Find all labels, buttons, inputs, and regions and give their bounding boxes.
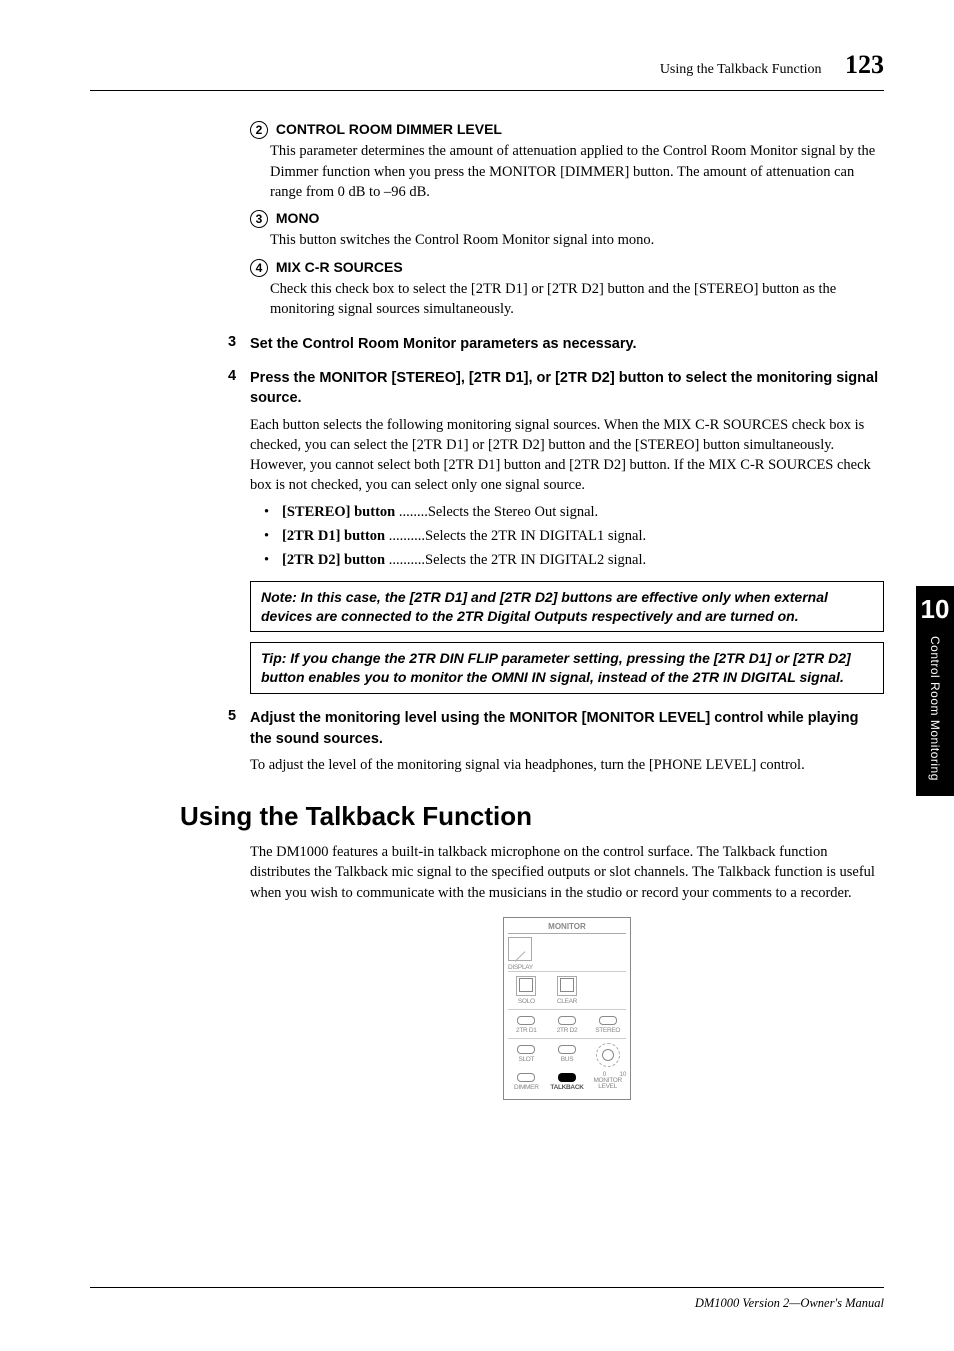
bullet-2-label: [2TR D2] button (282, 552, 385, 568)
bullet-1-desc: Selects the 2TR IN DIGITAL1 signal. (425, 528, 646, 544)
section-title: Using the Talkback Function (180, 801, 884, 832)
level-knob-icon (596, 1043, 620, 1067)
mp-title: MONITOR (508, 922, 626, 934)
step-4-num: 4 (228, 368, 250, 694)
bullet-2trd1: • [2TR D1] button ..........Selects the … (264, 526, 884, 546)
note-box: Note: In this case, the [2TR D1] and [2T… (250, 581, 884, 633)
mp-clear: CLEAR (549, 998, 586, 1005)
mp-talkback: TALKBACK (549, 1084, 586, 1091)
bullet-stereo: • [STEREO] button ........Selects the St… (264, 502, 884, 522)
bullet-dot-icon: • (264, 550, 282, 570)
chapter-label: Control Room Monitoring (928, 636, 942, 781)
stereo-button-icon (599, 1016, 617, 1025)
step-4: 4 Press the MONITOR [STEREO], [2TR D1], … (250, 368, 884, 694)
param-2-heading: 2 CONTROL ROOM DIMMER LEVEL (250, 121, 884, 139)
mp-stereo: STEREO (589, 1027, 626, 1034)
bullet-0-label: [STEREO] button (282, 504, 395, 520)
step-4-title: Press the MONITOR [STEREO], [2TR D1], or… (250, 368, 884, 409)
circle-4-icon: 4 (250, 259, 268, 277)
tip-box: Tip: If you change the 2TR DIN FLIP para… (250, 642, 884, 694)
bullet-2-desc: Selects the 2TR IN DIGITAL2 signal. (425, 552, 646, 568)
solo-button-icon (519, 978, 533, 992)
param-2-title: CONTROL ROOM DIMMER LEVEL (276, 121, 502, 137)
mp-dimmer: DIMMER (508, 1084, 545, 1091)
step-3: 3 Set the Control Room Monitor parameter… (250, 334, 884, 354)
page-footer: DM1000 Version 2—Owner's Manual (90, 1287, 884, 1311)
page-header: Using the Talkback Function 123 (90, 50, 884, 91)
bullet-dot-icon: • (264, 526, 282, 546)
clear-button-icon (560, 978, 574, 992)
step-5-title: Adjust the monitoring level using the MO… (250, 708, 884, 749)
mic-icon (508, 937, 532, 961)
mp-bus: BUS (549, 1056, 586, 1063)
bullet-0-desc: Selects the Stereo Out signal. (428, 504, 598, 520)
section-body: The DM1000 features a built-in talkback … (250, 842, 884, 903)
slot-button-icon (517, 1045, 535, 1054)
param-4-title: MIX C-R SOURCES (276, 259, 403, 275)
tip-label: Tip: (261, 650, 286, 666)
step-5: 5 Adjust the monitoring level using the … (250, 708, 884, 775)
monitor-panel-figure: MONITOR DISPLAY SOLO CLEAR 2TR D1 2TR D2… (503, 917, 631, 1100)
bullet-2trd2: • [2TR D2] button ..........Selects the … (264, 550, 884, 570)
param-3-heading: 3 MONO (250, 210, 884, 228)
bullet-2-dots: .......... (385, 552, 425, 568)
param-2-body: This parameter determines the amount of … (270, 141, 884, 202)
note-body: In this case, the [2TR D1] and [2TR D2] … (261, 589, 828, 624)
param-4-body: Check this check box to select the [2TR … (270, 279, 884, 320)
talkback-button-icon (558, 1073, 576, 1082)
bullet-dot-icon: • (264, 502, 282, 522)
mp-display-label: DISPLAY (508, 964, 626, 971)
page-number: 123 (845, 50, 884, 80)
circle-3-icon: 3 (250, 210, 268, 228)
mp-slot: SLOT (508, 1056, 545, 1063)
param-3-title: MONO (276, 210, 320, 226)
2trd2-button-icon (558, 1016, 576, 1025)
circle-2-icon: 2 (250, 121, 268, 139)
mp-d2: 2TR D2 (549, 1027, 586, 1034)
step-3-num: 3 (228, 334, 250, 354)
bus-button-icon (558, 1045, 576, 1054)
param-3-body: This button switches the Control Room Mo… (270, 230, 884, 250)
mp-d1: 2TR D1 (508, 1027, 545, 1034)
page-container: Using the Talkback Function 123 2 CONTRO… (0, 0, 954, 1351)
param-4-heading: 4 MIX C-R SOURCES (250, 259, 884, 277)
step-3-title: Set the Control Room Monitor parameters … (250, 334, 884, 354)
chapter-number: 10 (916, 586, 954, 625)
tip-body: If you change the 2TR DIN FLIP parameter… (261, 650, 851, 685)
mp-solo: SOLO (508, 998, 545, 1005)
step-4-body: Each button selects the following monito… (250, 415, 884, 496)
bullet-1-dots: .......... (385, 528, 425, 544)
bullet-0-dots: ........ (395, 504, 428, 520)
header-title: Using the Talkback Function (660, 62, 822, 77)
mp-level: MONITOR LEVEL (589, 1078, 626, 1091)
chapter-tab: 10 Control Room Monitoring (916, 586, 954, 796)
bullet-1-label: [2TR D1] button (282, 528, 385, 544)
step-5-body: To adjust the level of the monitoring si… (250, 755, 884, 775)
note-label: Note: (261, 589, 297, 605)
2trd1-button-icon (517, 1016, 535, 1025)
step-5-num: 5 (228, 708, 250, 775)
content-block: 2 CONTROL ROOM DIMMER LEVEL This paramet… (250, 121, 884, 775)
dimmer-button-icon (517, 1073, 535, 1082)
